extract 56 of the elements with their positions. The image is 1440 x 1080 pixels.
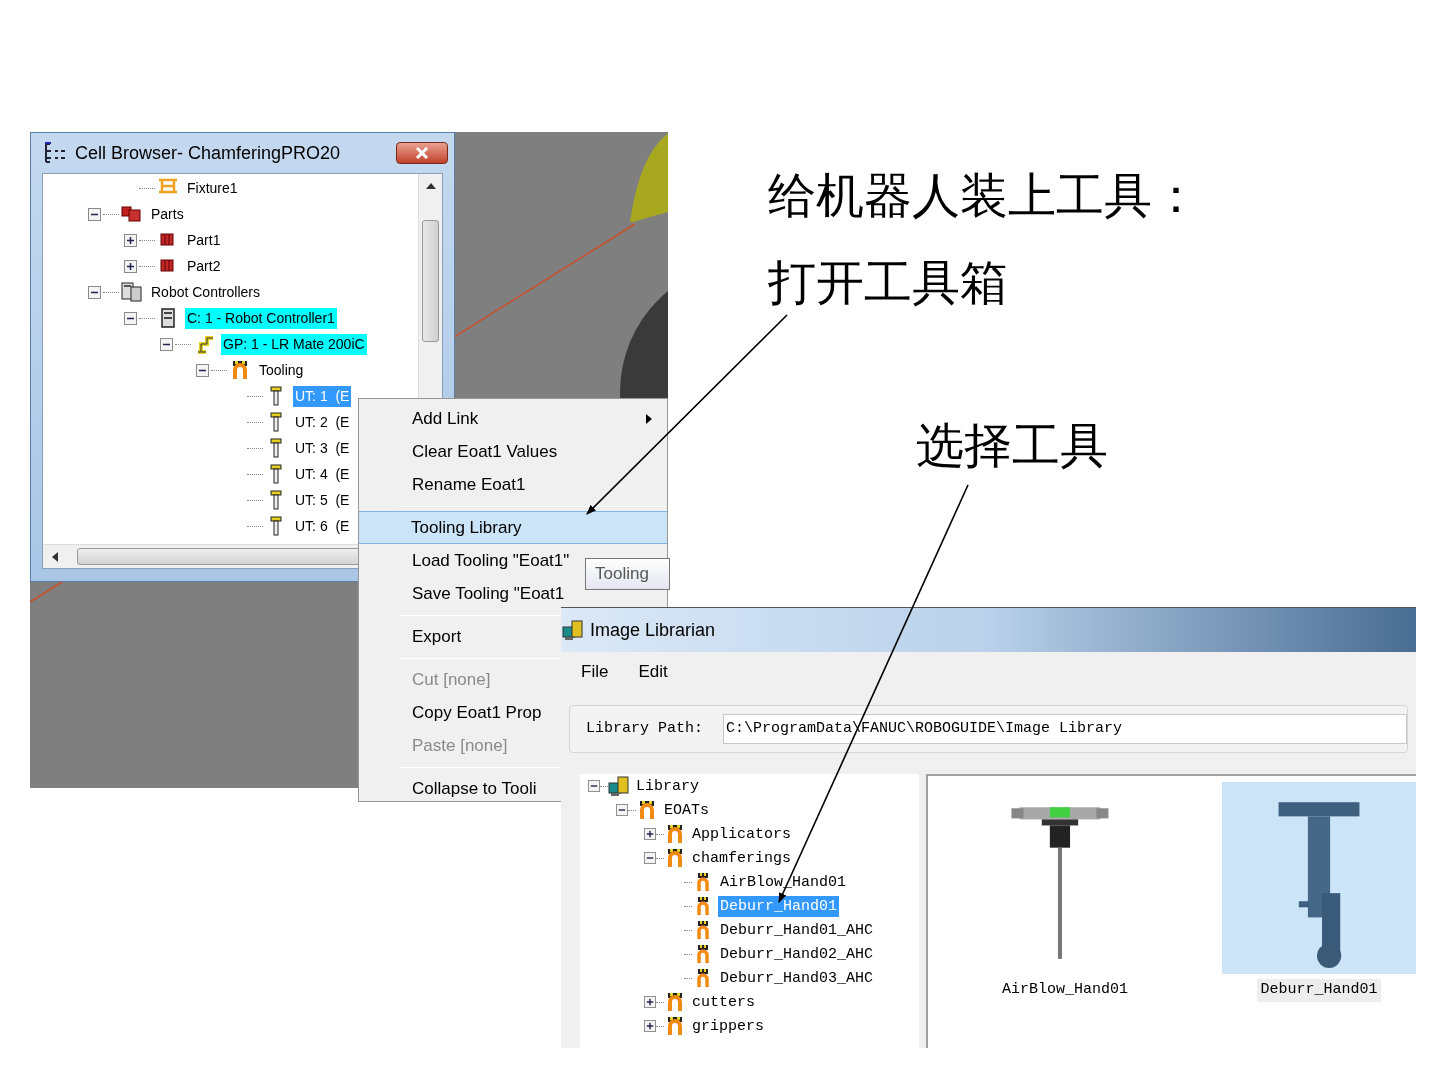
tree-item[interactable]: cutters [690,991,757,1013]
tooltip: Tooling [585,558,670,590]
collapse-icon[interactable] [160,337,173,351]
tree-item[interactable]: Deburr_Hand01_AHC [718,919,876,941]
collapse-icon[interactable] [88,285,101,299]
tree-item[interactable]: UT: 2 (E [293,411,352,433]
library-icon [562,619,584,641]
close-button[interactable] [396,142,448,164]
tree-item[interactable]: Part2 [185,255,223,277]
collapse-icon[interactable] [196,363,209,377]
step-caption: 打开工具箱 [768,255,1008,311]
tree-item[interactable]: Library [634,775,701,797]
up-arrow-icon [426,183,436,189]
window-title: Cell Browser- ChamferingPRO20 [75,141,341,165]
tree-item[interactable]: Robot Controllers [149,281,262,303]
step-caption: 选择工具 [916,418,1108,474]
tree-item[interactable]: Part1 [185,229,223,251]
field-label: Library Path: [586,718,704,739]
tree-item[interactable]: UT: 6 (E [293,515,352,537]
library-icon [608,775,630,797]
tree-icon [43,142,67,164]
tree-item[interactable]: Deburr_Hand03_AHC [718,967,876,989]
tree-item[interactable]: Deburr_Hand02_AHC [718,943,876,965]
boxes-icon [121,203,143,225]
menu-item[interactable]: Tooling Library [359,511,667,544]
expand-icon[interactable] [124,259,137,273]
tree-item[interactable]: EOATs [662,799,711,821]
menu-bar-item[interactable]: Edit [638,659,668,685]
tree-item[interactable]: Tooling [257,359,306,381]
thumbnail-label[interactable]: Deburr_Hand01 [1257,979,1381,1002]
tree-item[interactable]: UT: 3 (E [293,437,352,459]
tree-item[interactable]: UT: 5 (E [293,489,352,511]
left-arrow-icon [52,552,58,562]
collapse-icon[interactable] [124,311,137,325]
tree-item[interactable]: Fixture1 [185,177,240,199]
tree-item[interactable]: C: 1 - Robot Controller1 [185,307,337,329]
scrollbar-thumb[interactable] [422,220,439,342]
menu-bar-item[interactable]: File [581,659,609,685]
expand-icon[interactable] [644,996,656,1008]
expand-icon[interactable] [644,1020,656,1032]
expand-icon[interactable] [124,233,137,247]
menu-item[interactable]: Add Link [359,402,667,435]
tree-item[interactable]: UT: 4 (E [293,463,352,485]
tree-item[interactable]: GP: 1 - LR Mate 200iC [221,333,367,355]
tree-item[interactable]: grippers [690,1015,766,1037]
window-title: Image Librarian [590,618,716,642]
slide-heading: 给机器人装上工具： [768,168,1200,224]
menu-item[interactable]: Rename Eoat1 [359,468,667,501]
expand-icon[interactable] [644,828,656,840]
cabinet-icon [121,281,143,303]
tree-item[interactable]: Parts [149,203,186,225]
menu-item[interactable]: Clear Eoat1 Values [359,435,667,468]
close-icon [415,147,429,159]
tree-item[interactable]: chamferings [690,847,794,869]
collapse-icon[interactable] [88,207,101,221]
tree-item[interactable]: Applicators [690,823,794,845]
